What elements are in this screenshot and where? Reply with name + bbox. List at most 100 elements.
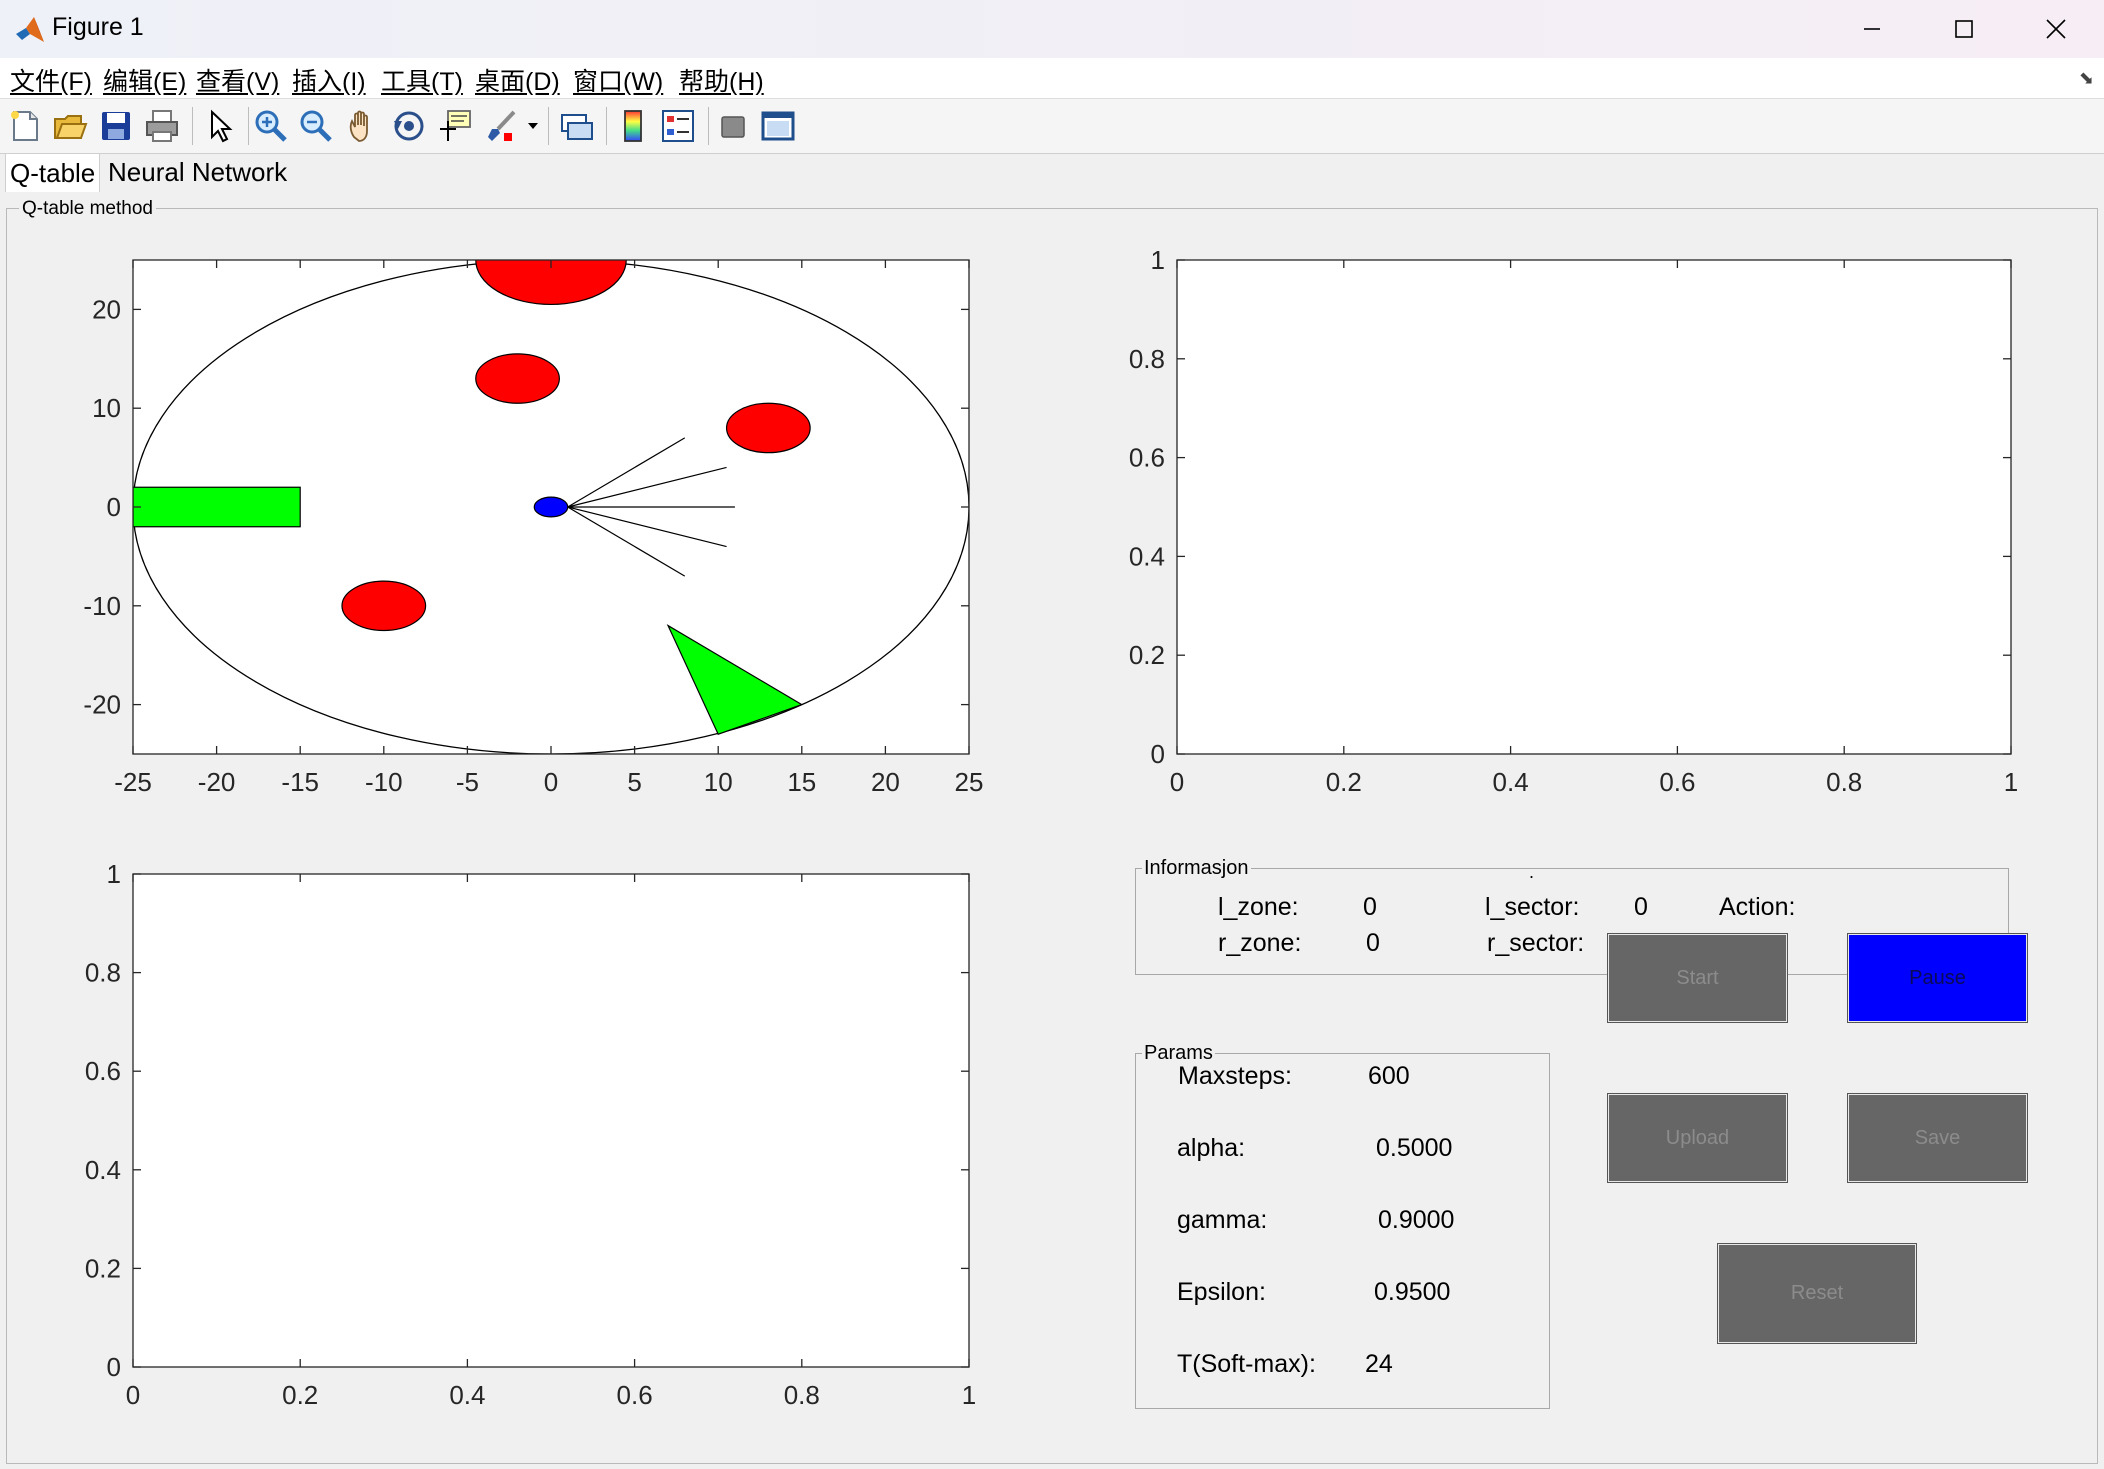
l-sector-value: 0 xyxy=(1634,893,1648,921)
toolbar-separator xyxy=(248,107,249,145)
close-button[interactable] xyxy=(2010,0,2102,58)
x-tick-label: -15 xyxy=(281,767,319,797)
l-sector-label: l_sector: xyxy=(1485,893,1580,921)
y-tick-label: 0.2 xyxy=(1129,640,1165,670)
y-tick-label: 0.6 xyxy=(1129,443,1165,473)
select-arrow-icon[interactable] xyxy=(200,107,238,145)
save-icon[interactable] xyxy=(97,107,135,145)
x-tick-label: 0 xyxy=(1170,767,1184,797)
tab-qtable[interactable]: Q-table xyxy=(5,153,101,192)
hide-plot-tools-icon[interactable] xyxy=(714,107,752,145)
y-tick-label: 0.4 xyxy=(1129,541,1165,571)
menu-view[interactable]: 查看(V) xyxy=(196,62,279,98)
x-tick-label: 1 xyxy=(962,1380,976,1410)
open-icon[interactable] xyxy=(51,107,89,145)
brush-icon[interactable] xyxy=(484,107,522,145)
x-tick-label: 0.4 xyxy=(1493,767,1529,797)
minimize-icon xyxy=(1864,28,1880,30)
save-button[interactable]: Save xyxy=(1848,1094,2027,1182)
reset-button[interactable]: Reset xyxy=(1718,1244,1916,1343)
legend-icon[interactable] xyxy=(659,107,697,145)
t-softmax-value[interactable]: 24 xyxy=(1365,1350,1393,1379)
menu-insert[interactable]: 插入(I) xyxy=(292,62,366,98)
x-tick-label: 5 xyxy=(627,767,641,797)
y-tick-label: -20 xyxy=(83,690,121,720)
menu-edit[interactable]: 编辑(E) xyxy=(103,62,186,98)
x-tick-label: 0.6 xyxy=(617,1380,653,1410)
l-zone-label: l_zone: xyxy=(1218,893,1299,921)
x-tick-label: -25 xyxy=(114,767,152,797)
environment-plot[interactable]: -25 -20 -15 -10 -5 0 5 10 15 20 25 20 10 0 -10 -20 xyxy=(60,250,1000,810)
link-plot-icon[interactable] xyxy=(558,107,596,145)
gamma-value[interactable]: 0.9000 xyxy=(1378,1206,1454,1235)
toolbar-separator xyxy=(192,107,193,145)
panel-title: Q-table method xyxy=(19,198,156,220)
top-right-plot[interactable]: 0 0.2 0.4 0.6 0.8 1 1 0.8 0.6 0.4 0.2 0 xyxy=(1100,245,2060,805)
upload-button[interactable]: Upload xyxy=(1608,1094,1787,1182)
plot-background xyxy=(133,874,969,1367)
y-tick-label: -10 xyxy=(83,591,121,621)
zoom-in-icon[interactable] xyxy=(252,107,290,145)
y-tick-label: 1 xyxy=(107,860,121,889)
rotate-3d-icon[interactable] xyxy=(390,107,428,145)
x-tick-label: 0.8 xyxy=(1826,767,1862,797)
x-tick-label: -20 xyxy=(198,767,236,797)
x-tick-label: 10 xyxy=(704,767,733,797)
x-tick-label: 0 xyxy=(544,767,558,797)
menu-window[interactable]: 窗口(W) xyxy=(573,62,663,98)
dock-arrow-icon[interactable]: ⬊ xyxy=(2079,68,2094,89)
toolbar-separator xyxy=(606,107,607,145)
new-figure-icon[interactable] xyxy=(6,107,44,145)
minimize-button[interactable] xyxy=(1826,0,1918,58)
x-tick-label: -5 xyxy=(456,767,479,797)
bottom-left-plot[interactable]: 0 0.2 0.4 0.6 0.8 1 1 0.8 0.6 0.4 0.2 0 xyxy=(60,860,1000,1420)
menu-file[interactable]: 文件(F) xyxy=(10,62,92,98)
x-tick-label: 0.4 xyxy=(449,1380,485,1410)
toolbar-separator xyxy=(708,107,709,145)
zoom-out-icon[interactable] xyxy=(297,107,335,145)
menu-help[interactable]: 帮助(H) xyxy=(679,62,764,98)
t-softmax-label: T(Soft-max): xyxy=(1177,1350,1316,1378)
gamma-label: gamma: xyxy=(1177,1206,1268,1234)
toolbar-separator xyxy=(548,107,549,145)
matlab-logo-icon xyxy=(16,17,44,42)
r-zone-label: r_zone: xyxy=(1218,929,1302,957)
alpha-value[interactable]: 0.5000 xyxy=(1376,1134,1452,1163)
obstacle xyxy=(475,353,560,404)
info-group-title: Informasjon xyxy=(1142,857,1251,880)
y-tick-label: 0 xyxy=(107,492,121,522)
r-sector-label: r_sector: xyxy=(1487,929,1585,957)
x-tick-label: -10 xyxy=(365,767,403,797)
toolbar xyxy=(0,98,2104,154)
y-tick-label: 0.2 xyxy=(85,1253,121,1283)
brush-dropdown-icon[interactable] xyxy=(525,107,541,145)
print-icon[interactable] xyxy=(143,107,181,145)
close-icon xyxy=(2046,19,2066,39)
x-tick-label: 1 xyxy=(2004,767,2018,797)
maximize-button[interactable] xyxy=(1918,0,2010,58)
maxsteps-value[interactable]: 600 xyxy=(1368,1062,1410,1091)
obstacle xyxy=(341,580,427,632)
start-button[interactable]: Start xyxy=(1608,934,1787,1022)
obstacle xyxy=(725,402,811,454)
colorbar-icon[interactable] xyxy=(614,107,652,145)
maxsteps-label: Maxsteps: xyxy=(1178,1062,1292,1090)
show-plot-tools-icon[interactable] xyxy=(759,107,797,145)
pause-button[interactable]: Pause xyxy=(1848,934,2027,1022)
epsilon-value[interactable]: 0.9500 xyxy=(1374,1278,1450,1307)
plot-background xyxy=(1177,260,2011,754)
tab-neural-network[interactable]: Neural Network xyxy=(104,153,291,191)
data-cursor-icon[interactable] xyxy=(436,107,474,145)
x-tick-label: 25 xyxy=(955,767,984,797)
pan-hand-icon[interactable] xyxy=(344,107,382,145)
tab-strip: Q-table Neural Network xyxy=(0,153,2104,193)
x-tick-label: 0.8 xyxy=(784,1380,820,1410)
x-tick-label: 0.2 xyxy=(282,1380,318,1410)
goal-rectangle xyxy=(133,486,301,528)
x-tick-label: 0.6 xyxy=(1659,767,1695,797)
menu-tools[interactable]: 工具(T) xyxy=(381,62,463,98)
y-tick-label: 0.8 xyxy=(85,958,121,988)
y-tick-label: 0 xyxy=(107,1352,121,1382)
x-tick-label: 20 xyxy=(871,767,900,797)
menu-desktop[interactable]: 桌面(D) xyxy=(475,62,560,98)
